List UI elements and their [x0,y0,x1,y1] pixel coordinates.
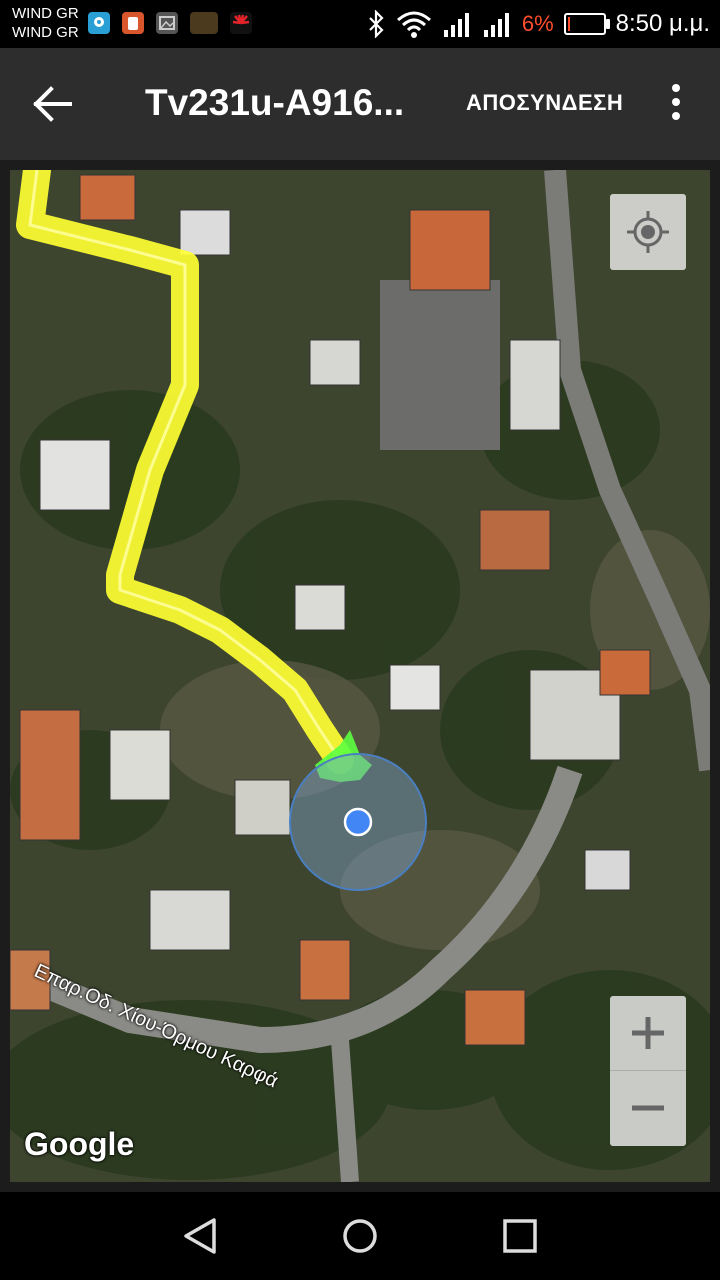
page-title: Tv231u-A916... [145,82,405,123]
carrier-2: WIND GR [12,24,79,41]
signal-icon [483,13,509,37]
bluetooth-icon [369,10,384,38]
google-attribution: Google [24,1126,135,1162]
carrier-1: WIND GR [12,5,79,22]
my-location-icon [627,211,669,253]
more-vert-icon[interactable] [664,84,688,124]
gallery-icon [156,12,178,34]
clock: 8:50 μ.μ. [615,10,710,37]
nav-recents-button[interactable] [496,1214,544,1258]
nav-home-button[interactable] [336,1214,384,1258]
map-imagery [10,170,710,1182]
disconnect-button[interactable]: ΑΠΟΣΥΝΔΕΣΗ [466,90,623,116]
battery-icon [563,13,610,35]
my-location-button[interactable] [610,194,686,270]
plus-icon [632,1017,664,1049]
notification-icons [88,12,252,34]
app-bar: Tv231u-A916... ΑΠΟΣΥΝΔΕΣΗ [0,48,720,160]
back-triangle-icon [184,1218,216,1254]
home-circle-icon [343,1219,377,1253]
huawei-icon [230,12,252,34]
satellite-map[interactable]: Επαρ.Οδ. Χίου-Όρμου Καρφά Google [10,170,710,1182]
video-thumb-icon [190,12,218,34]
signal-icon [443,13,469,37]
zoom-controls [610,996,686,1146]
carrier-labels: WIND GR WIND GR [12,4,79,42]
battery-level-fill [567,17,570,31]
maps-pin-icon [88,12,110,34]
recents-square-icon [503,1219,537,1253]
zoom-in-button[interactable] [610,996,686,1071]
status-bar: WIND GR WIND GR 6% 8:50 μ.μ. [0,0,720,48]
minus-icon [632,1105,664,1111]
app-icon [122,12,144,34]
back-button[interactable] [30,82,82,126]
arrow-left-icon [33,86,72,122]
zoom-out-button[interactable] [610,1071,686,1145]
battery-percent: 6% [521,11,554,36]
status-icons: 6% 8:50 μ.μ. [366,8,710,40]
nav-back-button[interactable] [176,1214,224,1258]
wifi-icon [396,11,431,38]
navigation-bar [0,1192,720,1280]
